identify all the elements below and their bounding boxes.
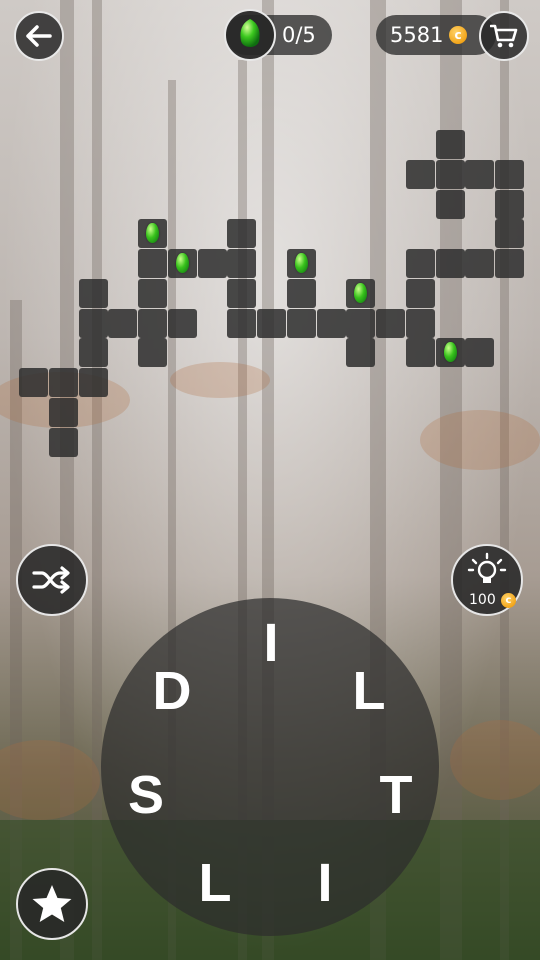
grid-cell — [287, 309, 316, 338]
grid-cell — [495, 160, 524, 189]
grid-cell — [346, 279, 375, 308]
grid-cell — [79, 309, 108, 338]
grid-cell — [406, 309, 435, 338]
grid-cell — [436, 130, 465, 159]
back-button[interactable] — [14, 11, 64, 61]
coin-amount: 5581 — [390, 23, 444, 47]
grid-cell — [465, 338, 494, 367]
grid-cell — [436, 160, 465, 189]
grid-cell — [198, 249, 227, 278]
grid-cell — [436, 190, 465, 219]
grid-cell — [436, 249, 465, 278]
grid-cell — [287, 249, 316, 278]
back-arrow-icon — [26, 25, 52, 47]
hint-button[interactable]: 100 c — [451, 544, 523, 616]
grid-cell — [79, 368, 108, 397]
grid-cell — [465, 249, 494, 278]
green-gem-icon — [354, 283, 367, 303]
grid-cell — [495, 190, 524, 219]
grid-cell — [19, 368, 48, 397]
grid-cell — [346, 338, 375, 367]
grid-cell — [436, 338, 465, 367]
green-gem-icon — [146, 223, 159, 243]
hint-cost: 100 — [469, 592, 496, 608]
shuffle-button[interactable] — [16, 544, 88, 616]
shopping-cart-icon — [490, 24, 518, 48]
grid-cell — [49, 428, 78, 457]
wheel-letter[interactable]: S — [121, 768, 171, 822]
star-button[interactable] — [16, 868, 88, 940]
grid-cell — [108, 309, 137, 338]
grid-cell — [346, 309, 375, 338]
gem-count: 0/5 — [282, 23, 316, 47]
grid-cell — [257, 309, 286, 338]
grid-cell — [227, 279, 256, 308]
grid-cell — [227, 309, 256, 338]
grid-cell — [495, 249, 524, 278]
wheel-letter[interactable]: I — [246, 616, 296, 670]
coin-balance: 5581 c — [376, 15, 496, 55]
grid-cell — [287, 279, 316, 308]
green-gem-icon — [224, 9, 276, 61]
grid-cell — [406, 249, 435, 278]
coin-icon: c — [449, 26, 467, 44]
grid-cell — [406, 160, 435, 189]
grid-cell — [49, 368, 78, 397]
wheel-letter[interactable]: T — [371, 768, 421, 822]
green-gem-icon — [176, 253, 189, 273]
shuffle-icon — [32, 566, 70, 594]
grid-cell — [49, 398, 78, 427]
star-icon — [32, 885, 72, 922]
grid-cell — [79, 279, 108, 308]
grid-cell — [168, 309, 197, 338]
grid-cell — [138, 219, 167, 248]
shop-button[interactable] — [479, 11, 529, 61]
grid-cell — [406, 279, 435, 308]
grid-cell — [138, 309, 167, 338]
lightbulb-icon — [467, 552, 507, 583]
letter-wheel[interactable]: I L T I L S D — [101, 598, 439, 936]
grid-cell — [465, 160, 494, 189]
grid-cell — [317, 309, 346, 338]
grid-cell — [138, 338, 167, 367]
gem-counter: 0/5 — [224, 9, 332, 61]
grid-cell — [138, 249, 167, 278]
grid-cell — [227, 219, 256, 248]
coin-icon: c — [501, 593, 516, 608]
grid-cell — [79, 338, 108, 367]
grid-cell — [227, 249, 256, 278]
green-gem-icon — [444, 342, 457, 362]
grid-cell — [495, 219, 524, 248]
wheel-letter[interactable]: L — [190, 856, 240, 910]
grid-cell — [168, 249, 197, 278]
grid-cell — [138, 279, 167, 308]
grid-cell — [406, 338, 435, 367]
grid-cell — [376, 309, 405, 338]
wheel-letter[interactable]: I — [300, 856, 350, 910]
wheel-letter[interactable]: L — [344, 664, 394, 718]
green-gem-icon — [295, 253, 308, 273]
wheel-letter[interactable]: D — [147, 664, 197, 718]
